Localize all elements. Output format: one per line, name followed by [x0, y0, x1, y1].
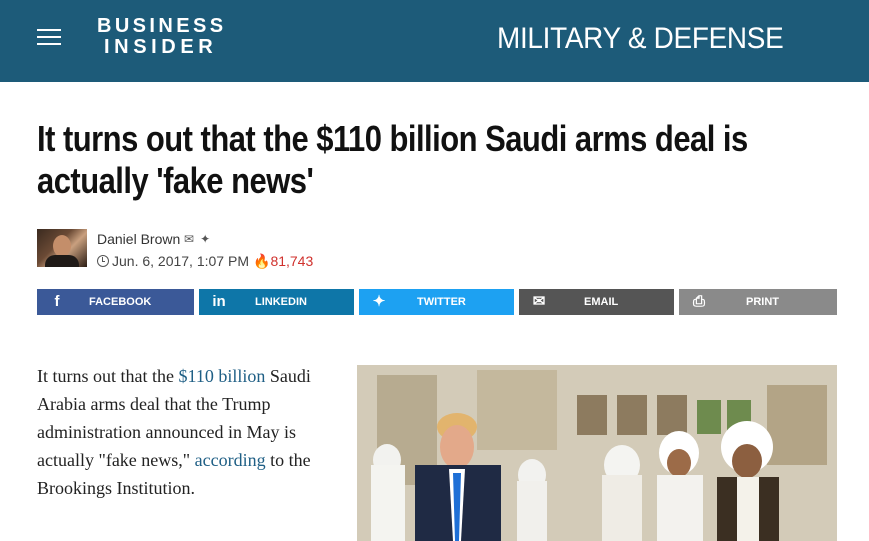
- twitter-bird-icon[interactable]: ✦: [200, 232, 210, 246]
- flame-icon: 🔥: [253, 253, 271, 269]
- clock-icon: [97, 255, 109, 267]
- share-linkedin-button[interactable]: in LINKEDIN: [199, 289, 354, 315]
- share-email-label: EMAIL: [584, 296, 619, 308]
- article-headline: It turns out that the $110 billion Saudi…: [37, 118, 748, 201]
- article-body-paragraph: It turns out that the $110 billion Saudi…: [37, 362, 337, 502]
- twitter-icon: ✦: [372, 293, 386, 310]
- logo-line-2: INSIDER: [104, 36, 218, 58]
- site-header: BUSINESS INSIDER MILITARY & DEFENSE: [0, 0, 869, 82]
- author-name[interactable]: Daniel Brown: [97, 231, 180, 247]
- avatar-body: [45, 255, 79, 267]
- facebook-icon: f: [54, 293, 60, 310]
- publish-date: Jun. 6, 2017, 1:07 PM: [97, 253, 249, 269]
- envelope-icon[interactable]: ✉: [184, 232, 194, 246]
- body-text-a: It turns out that the: [37, 366, 179, 386]
- publish-date-text: Jun. 6, 2017, 1:07 PM: [112, 253, 249, 269]
- avatar-face: [53, 235, 71, 257]
- hamburger-menu-icon[interactable]: [37, 29, 61, 47]
- share-twitter-label: TWITTER: [417, 296, 466, 308]
- link-according[interactable]: according: [195, 450, 266, 470]
- article-photo: [357, 365, 837, 541]
- site-logo[interactable]: BUSINESS INSIDER: [97, 16, 226, 58]
- share-email-button[interactable]: ✉ EMAIL: [519, 289, 674, 315]
- share-linkedin-label: LINKEDIN: [255, 296, 307, 308]
- author-contact-icons: ✉ ✦: [184, 232, 216, 246]
- view-count: 🔥81,743: [253, 253, 313, 270]
- print-label: PRINT: [746, 296, 779, 308]
- author-avatar[interactable]: [37, 229, 87, 267]
- logo-line-1: BUSINESS: [97, 15, 227, 37]
- share-facebook-button[interactable]: f FACEBOOK: [37, 289, 194, 315]
- link-110-billion[interactable]: $110 billion: [178, 366, 265, 386]
- share-facebook-label: FACEBOOK: [89, 296, 152, 308]
- section-title[interactable]: MILITARY & DEFENSE: [497, 22, 784, 56]
- printer-icon: ⎙: [692, 293, 705, 310]
- envelope-icon: ✉: [532, 293, 546, 310]
- view-count-text: 81,743: [270, 253, 314, 269]
- share-twitter-button[interactable]: ✦ TWITTER: [359, 289, 514, 315]
- linkedin-icon: in: [212, 293, 226, 310]
- print-button[interactable]: ⎙ PRINT: [679, 289, 837, 315]
- photo-illustration: [357, 365, 837, 541]
